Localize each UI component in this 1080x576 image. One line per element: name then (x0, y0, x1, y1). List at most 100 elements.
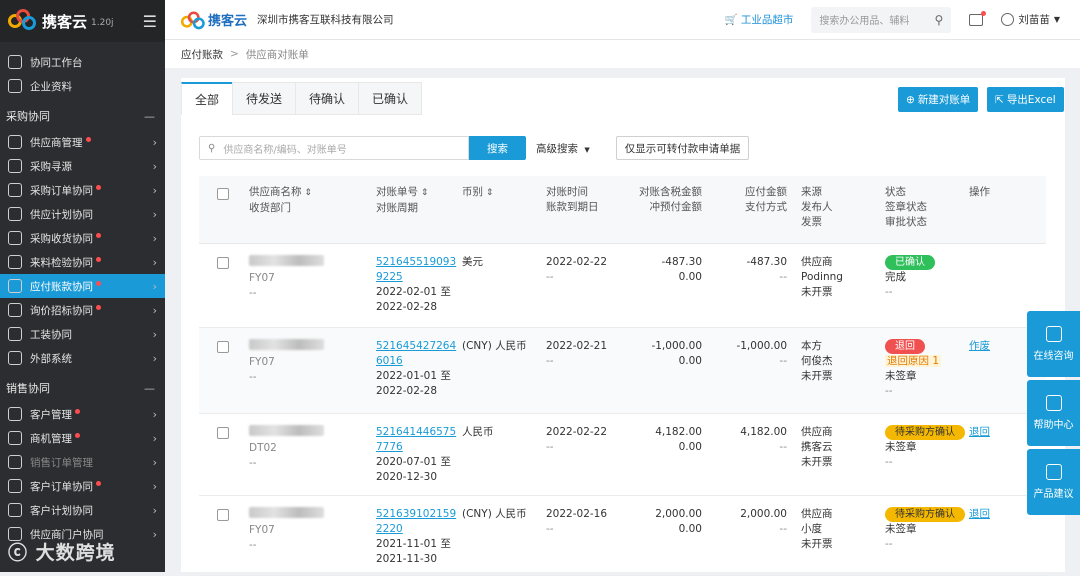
statement-time: 2022-02-21 (546, 340, 608, 352)
column-header-8[interactable]: 操作 (969, 185, 990, 200)
due-date: -- (546, 271, 554, 283)
statement-no-part1[interactable]: 521639102159 (376, 507, 456, 522)
quote-icon (8, 303, 22, 317)
sidebar-item-1-1[interactable]: 商机管理 › (0, 426, 165, 450)
column-header-7[interactable]: 状态 签章状态 审批状态 (885, 185, 927, 230)
search-icon[interactable]: ⚲ (935, 13, 944, 27)
float-button-2[interactable]: 产品建议 (1027, 449, 1080, 515)
sales-order-icon (8, 455, 22, 469)
column-header-1[interactable]: 对账单号 ⇕ 对账周期 (376, 185, 428, 216)
statement-no-part2[interactable]: 6016 (376, 354, 456, 369)
currency-text: (CNY) 人民币 (462, 508, 527, 520)
sign-status: 未签章 (885, 523, 917, 535)
sidebar-item-top-0[interactable]: 协同工作台 (0, 50, 165, 74)
column-header-3[interactable]: 对账时间 账款到期日 (546, 185, 599, 215)
float-button-label: 帮助中心 (1033, 420, 1074, 431)
sidebar-item-0-9[interactable]: 外部系统 › (0, 346, 165, 370)
plan-icon (8, 207, 22, 221)
statement-time: 2022-02-22 (546, 256, 608, 268)
row-checkbox[interactable] (217, 427, 229, 439)
mall-link[interactable]: 🛒 工业品超市 (725, 12, 794, 27)
badge-dot (85, 136, 91, 142)
row-action-link[interactable]: 退回 (969, 425, 990, 440)
filter-transferable-button[interactable]: 仅显示可转付款申请单据 (615, 136, 750, 160)
tab-0[interactable]: 全部 (181, 82, 234, 115)
approve-status: -- (885, 538, 893, 550)
row-checkbox[interactable] (217, 341, 229, 353)
new-statement-button[interactable]: ⊕ 新建对账单 (898, 87, 979, 112)
sidebar-item-0-8[interactable]: 工装协同 › (0, 322, 165, 346)
advanced-search-toggle[interactable]: 高级搜索 ▼ (536, 141, 590, 156)
statement-no-part1[interactable]: 521645427264 (376, 339, 456, 354)
sidebar-item-label: 销售订单管理 (30, 456, 93, 469)
sidebar-item-label: 应付账款协同 (30, 280, 93, 293)
sidebar-item-0-1[interactable]: 采购寻源 › (0, 154, 165, 178)
tab-3[interactable]: 已确认 (358, 82, 423, 115)
message-icon[interactable] (969, 10, 987, 26)
statement-number-link[interactable]: 521641446575 7776 (376, 425, 456, 455)
row-checkbox[interactable] (217, 257, 229, 269)
statement-no-part2[interactable]: 7776 (376, 440, 456, 455)
column-header-2[interactable]: 币别 ⇕ (462, 185, 493, 201)
column-header-6[interactable]: 来源 发布人 发票 (801, 185, 833, 230)
sidebar-item-0-4[interactable]: 采购收货协同 › (0, 226, 165, 250)
sidebar-item-1-4[interactable]: 客户计划协同 › (0, 498, 165, 522)
menu-toggle-icon[interactable]: ☰ (143, 12, 157, 31)
breadcrumb-parent[interactable]: 应付账款 (181, 47, 223, 62)
row-action-link[interactable]: 退回 (969, 507, 990, 522)
statement-no-part1[interactable]: 521645519093 (376, 255, 456, 270)
float-button-0[interactable]: 在线咨询 (1027, 311, 1080, 377)
sidebar-group-header[interactable]: 销售协同 — (0, 374, 165, 402)
statement-no-part2[interactable]: 9225 (376, 270, 456, 285)
cell-col-1: 521645519093 9225 2022-02-01 至 2022-02-28 (376, 255, 456, 315)
search-button[interactable]: 搜索 (469, 136, 526, 160)
sidebar-item-0-2[interactable]: 采购订单协同 › (0, 178, 165, 202)
dept-extra: -- (249, 371, 257, 383)
statement-number-link[interactable]: 521645519093 9225 (376, 255, 456, 285)
sidebar-group-header[interactable]: 采购协同 — (0, 102, 165, 130)
monitor-icon (8, 55, 22, 69)
top-logo[interactable]: 携客云 (179, 10, 247, 30)
statement-no-part1[interactable]: 521641446575 (376, 425, 456, 440)
sort-icon[interactable]: ⇕ (418, 188, 429, 198)
statement-number-link[interactable]: 521639102159 2220 (376, 507, 456, 537)
sort-icon[interactable]: ⇕ (302, 188, 312, 198)
cell-col-3: 2022-02-16 -- (546, 507, 607, 537)
float-button-1[interactable]: 帮助中心 (1027, 380, 1080, 446)
column-header-line: 对账时间 (546, 185, 599, 200)
avatar-icon (1001, 13, 1015, 26)
sidebar-item-0-0[interactable]: 供应商管理 › (0, 130, 165, 154)
row-checkbox[interactable] (217, 509, 229, 521)
export-excel-button[interactable]: ⇱ 导出Excel (987, 87, 1064, 112)
tab-1[interactable]: 待发送 (232, 82, 297, 115)
sidebar-item-1-0[interactable]: 客户管理 › (0, 402, 165, 426)
chevron-right-icon: › (152, 351, 157, 365)
tab-2[interactable]: 待确认 (295, 82, 360, 115)
row-action-link[interactable]: 作废 (969, 339, 990, 354)
sidebar-item-0-7[interactable]: 询价招标协同 › (0, 298, 165, 322)
statement-number-link[interactable]: 521645427264 6016 (376, 339, 456, 369)
statement-search-input[interactable]: ⚲ 供应商名称/编码、对账单号 (199, 136, 469, 160)
source-text: 本方 (801, 340, 822, 352)
column-header-text: 收货部门 (249, 202, 291, 214)
column-header-0[interactable]: 供应商名称 ⇕ 收货部门 (249, 185, 312, 216)
plus-circle-icon: ⊕ (906, 93, 915, 106)
sidebar-item-0-5[interactable]: 来料检验协同 › (0, 250, 165, 274)
sidebar-item-1-2[interactable]: 销售订单管理 › (0, 450, 165, 474)
sidebar-item-1-3[interactable]: 客户订单协同 › (0, 474, 165, 498)
sidebar-item-label: 采购寻源 (30, 160, 72, 173)
column-header-4[interactable]: 对账含税金额 冲预付金额 (639, 185, 702, 215)
sidebar-item-0-3[interactable]: 供应计划协同 › (0, 202, 165, 226)
chevron-right-icon: › (152, 183, 157, 197)
column-header-line: 供应商名称 ⇕ (249, 185, 312, 201)
username: 刘苗苗 (1018, 14, 1050, 26)
user-menu[interactable]: 刘苗苗 ▼ (1001, 12, 1060, 27)
sidebar-item-top-1[interactable]: 企业资料 (0, 74, 165, 98)
statement-no-part2[interactable]: 2220 (376, 522, 456, 537)
column-header-5[interactable]: 应付金额 支付方式 (745, 185, 787, 215)
global-search-input[interactable]: 搜索办公用品、辅料 ⚲ (811, 6, 952, 33)
sidebar-item-0-6[interactable]: 应付账款协同 › (0, 274, 165, 298)
select-all-checkbox[interactable] (217, 188, 229, 200)
sort-icon[interactable]: ⇕ (483, 188, 494, 198)
cell-col-3: 2022-02-22 -- (546, 255, 607, 285)
